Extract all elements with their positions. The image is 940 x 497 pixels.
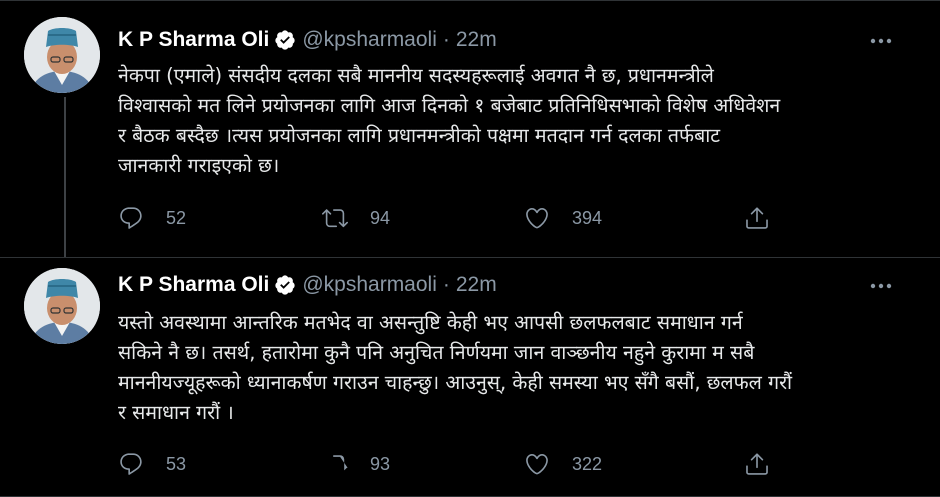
tweet-header: K P Sharma Oli @kpsharmaoli · 22m <box>118 270 497 300</box>
tweet-timestamp[interactable]: 22m <box>456 28 497 52</box>
tweet-timestamp[interactable]: 22m <box>456 273 497 297</box>
like-button[interactable]: 322 <box>524 449 602 479</box>
tweet-actions: 53 93 322 <box>118 449 778 479</box>
avatar[interactable] <box>24 17 100 93</box>
reply-icon <box>120 207 142 229</box>
avatar-portrait-icon <box>24 268 100 344</box>
author-name[interactable]: K P Sharma Oli <box>118 273 269 297</box>
like-count: 394 <box>572 207 603 228</box>
verified-badge-icon <box>274 274 296 296</box>
retweet-button[interactable]: 93 <box>322 449 390 479</box>
like-button[interactable]: 394 <box>524 203 602 233</box>
tweet-1[interactable]: K P Sharma Oli @kpsharmaoli · 22m नेकपा … <box>0 1 940 257</box>
author-handle[interactable]: @kpsharmaoli <box>302 273 437 297</box>
retweet-count: 93 <box>370 453 391 474</box>
reply-button[interactable]: 53 <box>118 449 186 479</box>
verified-badge-icon <box>274 29 296 51</box>
reply-button[interactable]: 52 <box>118 203 186 233</box>
like-icon <box>526 453 548 475</box>
author-name[interactable]: K P Sharma Oli <box>118 28 269 52</box>
separator-dot: · <box>442 28 450 51</box>
reply-icon <box>120 453 142 475</box>
tweet-actions: 52 94 394 <box>118 203 778 233</box>
more-options-icon[interactable] <box>868 276 894 296</box>
tweet-text: यस्तो अवस्थामा आन्तरिक मतभेद वा असन्तुष्… <box>118 311 793 424</box>
reply-count: 52 <box>166 207 187 228</box>
retweet-icon <box>332 455 348 471</box>
like-icon <box>526 207 548 229</box>
reply-count: 53 <box>166 453 187 474</box>
author-handle[interactable]: @kpsharmaoli <box>302 28 437 52</box>
more-options-icon[interactable] <box>868 31 894 51</box>
thread-connector-line <box>64 97 66 257</box>
tweet-text: नेकपा (एमाले) संसदीय दलका सबै माननीय सदस… <box>118 64 781 177</box>
share-icon <box>746 453 768 475</box>
retweet-icon <box>322 209 348 228</box>
separator-dot: · <box>442 273 450 296</box>
avatar[interactable] <box>24 268 100 344</box>
retweet-count: 94 <box>370 207 391 228</box>
share-icon <box>746 207 768 229</box>
tweet-thread: K P Sharma Oli @kpsharmaoli · 22m नेकपा … <box>0 0 940 497</box>
like-count: 322 <box>572 453 603 474</box>
tweet-2[interactable]: K P Sharma Oli @kpsharmaoli · 22m यस्तो … <box>0 257 940 497</box>
share-button[interactable] <box>744 449 770 479</box>
avatar-portrait-icon <box>24 17 100 93</box>
tweet-header: K P Sharma Oli @kpsharmaoli · 22m <box>118 25 497 55</box>
retweet-button[interactable]: 94 <box>322 203 390 233</box>
share-button[interactable] <box>744 203 770 233</box>
